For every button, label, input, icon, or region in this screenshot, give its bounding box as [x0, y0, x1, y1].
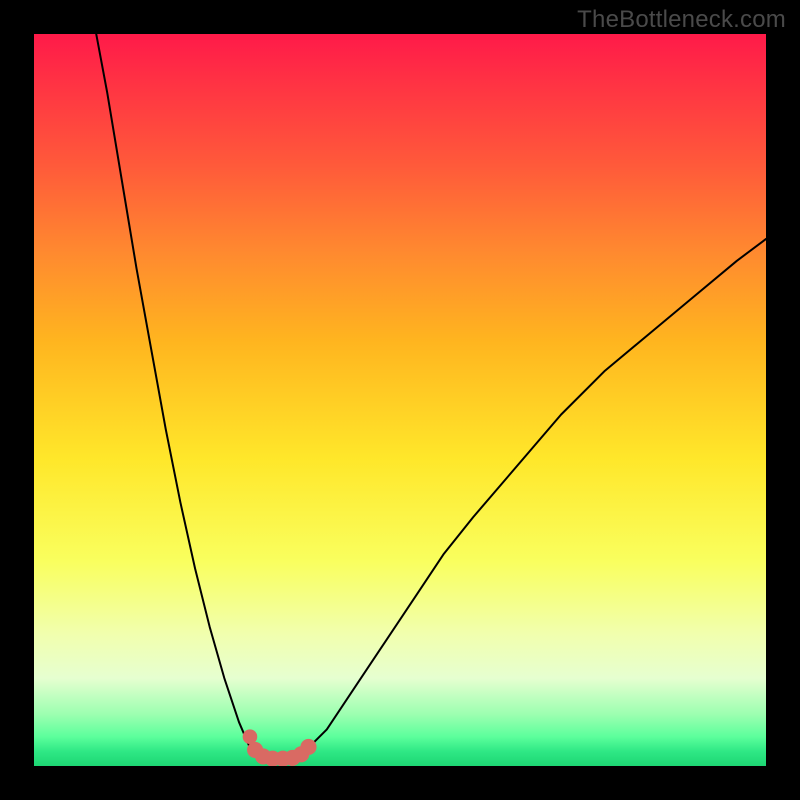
curve-right-branch — [309, 239, 767, 748]
bottleneck-marker — [300, 739, 316, 755]
bottleneck-curve-svg — [34, 34, 766, 766]
bottleneck-marker — [243, 729, 258, 744]
plot-area — [34, 34, 766, 766]
curve-left-branch — [96, 34, 250, 748]
chart-frame: TheBottleneck.com — [0, 0, 800, 800]
watermark-text: TheBottleneck.com — [577, 6, 786, 34]
curve-group — [96, 34, 766, 759]
marker-group — [243, 729, 317, 766]
